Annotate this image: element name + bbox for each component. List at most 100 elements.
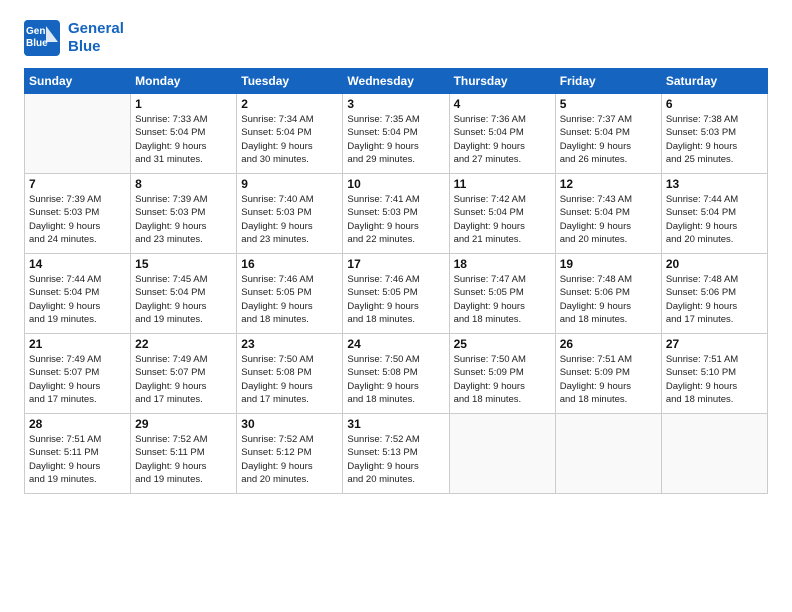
day-info: Sunrise: 7:39 AM Sunset: 5:03 PM Dayligh… (135, 193, 232, 246)
day-info: Sunrise: 7:37 AM Sunset: 5:04 PM Dayligh… (560, 113, 657, 166)
day-info: Sunrise: 7:41 AM Sunset: 5:03 PM Dayligh… (347, 193, 444, 246)
day-info: Sunrise: 7:47 AM Sunset: 5:05 PM Dayligh… (454, 273, 551, 326)
week-row-4: 21 Sunrise: 7:49 AM Sunset: 5:07 PM Dayli… (25, 334, 768, 414)
day-number: 20 (666, 257, 763, 271)
calendar-cell: 4 Sunrise: 7:36 AM Sunset: 5:04 PM Daylig… (449, 94, 555, 174)
day-info: Sunrise: 7:50 AM Sunset: 5:08 PM Dayligh… (347, 353, 444, 406)
day-header-friday: Friday (555, 69, 661, 94)
calendar-cell: 27 Sunrise: 7:51 AM Sunset: 5:10 PM Dayli… (661, 334, 767, 414)
day-info: Sunrise: 7:45 AM Sunset: 5:04 PM Dayligh… (135, 273, 232, 326)
calendar-cell (449, 414, 555, 494)
day-number: 18 (454, 257, 551, 271)
day-info: Sunrise: 7:36 AM Sunset: 5:04 PM Dayligh… (454, 113, 551, 166)
calendar-cell: 11 Sunrise: 7:42 AM Sunset: 5:04 PM Dayli… (449, 174, 555, 254)
calendar-cell: 29Sunrise: 7:52 AM Sunset: 5:11 PM Dayli… (131, 414, 237, 494)
day-info: Sunrise: 7:52 AM Sunset: 5:13 PM Dayligh… (347, 433, 444, 486)
calendar-cell: 12Sunrise: 7:43 AM Sunset: 5:04 PM Dayli… (555, 174, 661, 254)
day-number: 2 (241, 97, 338, 111)
day-number: 1 (135, 97, 232, 111)
day-info: Sunrise: 7:48 AM Sunset: 5:06 PM Dayligh… (666, 273, 763, 326)
page: Gen Blue General Blue SundayMondayTuesda… (0, 0, 792, 612)
day-info: Sunrise: 7:34 AM Sunset: 5:04 PM Dayligh… (241, 113, 338, 166)
calendar-cell: 1 Sunrise: 7:33 AM Sunset: 5:04 PM Daylig… (131, 94, 237, 174)
header-row: SundayMondayTuesdayWednesdayThursdayFrid… (25, 69, 768, 94)
day-header-tuesday: Tuesday (237, 69, 343, 94)
day-info: Sunrise: 7:48 AM Sunset: 5:06 PM Dayligh… (560, 273, 657, 326)
day-header-saturday: Saturday (661, 69, 767, 94)
calendar-cell: 19 Sunrise: 7:48 AM Sunset: 5:06 PM Dayli… (555, 254, 661, 334)
calendar-cell: 21Sunrise: 7:49 AM Sunset: 5:07 PM Dayli… (25, 334, 131, 414)
calendar-cell: 14 Sunrise: 7:44 AM Sunset: 5:04 PM Dayli… (25, 254, 131, 334)
day-number: 23 (241, 337, 338, 351)
calendar-cell: 24Sunrise: 7:50 AM Sunset: 5:08 PM Dayli… (343, 334, 449, 414)
day-info: Sunrise: 7:51 AM Sunset: 5:09 PM Dayligh… (560, 353, 657, 406)
calendar-cell: 9 Sunrise: 7:40 AM Sunset: 5:03 PM Daylig… (237, 174, 343, 254)
day-info: Sunrise: 7:39 AM Sunset: 5:03 PM Dayligh… (29, 193, 126, 246)
week-row-3: 14 Sunrise: 7:44 AM Sunset: 5:04 PM Dayli… (25, 254, 768, 334)
day-info: Sunrise: 7:49 AM Sunset: 5:07 PM Dayligh… (135, 353, 232, 406)
logo: Gen Blue General Blue (24, 20, 124, 56)
week-row-1: 1 Sunrise: 7:33 AM Sunset: 5:04 PM Daylig… (25, 94, 768, 174)
calendar-cell: 13Sunrise: 7:44 AM Sunset: 5:04 PM Dayli… (661, 174, 767, 254)
day-number: 9 (241, 177, 338, 191)
day-number: 28 (29, 417, 126, 431)
day-number: 6 (666, 97, 763, 111)
day-number: 30 (241, 417, 338, 431)
calendar-cell: 30 Sunrise: 7:52 AM Sunset: 5:12 PM Dayli… (237, 414, 343, 494)
day-number: 19 (560, 257, 657, 271)
day-header-sunday: Sunday (25, 69, 131, 94)
logo-icon: Gen Blue (24, 20, 60, 56)
day-number: 22 (135, 337, 232, 351)
day-info: Sunrise: 7:44 AM Sunset: 5:04 PM Dayligh… (29, 273, 126, 326)
day-info: Sunrise: 7:51 AM Sunset: 5:11 PM Dayligh… (29, 433, 126, 486)
day-info: Sunrise: 7:35 AM Sunset: 5:04 PM Dayligh… (347, 113, 444, 166)
day-number: 25 (454, 337, 551, 351)
day-info: Sunrise: 7:38 AM Sunset: 5:03 PM Dayligh… (666, 113, 763, 166)
day-info: Sunrise: 7:46 AM Sunset: 5:05 PM Dayligh… (241, 273, 338, 326)
day-number: 5 (560, 97, 657, 111)
day-number: 15 (135, 257, 232, 271)
day-number: 21 (29, 337, 126, 351)
day-number: 7 (29, 177, 126, 191)
calendar-cell: 8 Sunrise: 7:39 AM Sunset: 5:03 PM Daylig… (131, 174, 237, 254)
calendar-cell: 18 Sunrise: 7:47 AM Sunset: 5:05 PM Dayli… (449, 254, 555, 334)
calendar-cell: 28 Sunrise: 7:51 AM Sunset: 5:11 PM Dayli… (25, 414, 131, 494)
calendar-cell: 22 Sunrise: 7:49 AM Sunset: 5:07 PM Dayli… (131, 334, 237, 414)
day-number: 13 (666, 177, 763, 191)
calendar-cell: 17Sunrise: 7:46 AM Sunset: 5:05 PM Dayli… (343, 254, 449, 334)
week-row-2: 7 Sunrise: 7:39 AM Sunset: 5:03 PM Daylig… (25, 174, 768, 254)
calendar-cell: 23Sunrise: 7:50 AM Sunset: 5:08 PM Dayli… (237, 334, 343, 414)
day-number: 8 (135, 177, 232, 191)
day-info: Sunrise: 7:50 AM Sunset: 5:09 PM Dayligh… (454, 353, 551, 406)
day-info: Sunrise: 7:46 AM Sunset: 5:05 PM Dayligh… (347, 273, 444, 326)
calendar-cell: 15 Sunrise: 7:45 AM Sunset: 5:04 PM Dayli… (131, 254, 237, 334)
day-info: Sunrise: 7:43 AM Sunset: 5:04 PM Dayligh… (560, 193, 657, 246)
day-number: 4 (454, 97, 551, 111)
day-info: Sunrise: 7:51 AM Sunset: 5:10 PM Dayligh… (666, 353, 763, 406)
day-info: Sunrise: 7:52 AM Sunset: 5:12 PM Dayligh… (241, 433, 338, 486)
day-header-wednesday: Wednesday (343, 69, 449, 94)
calendar-cell: 16Sunrise: 7:46 AM Sunset: 5:05 PM Dayli… (237, 254, 343, 334)
day-number: 27 (666, 337, 763, 351)
calendar-cell: 5 Sunrise: 7:37 AM Sunset: 5:04 PM Daylig… (555, 94, 661, 174)
calendar-cell: 10Sunrise: 7:41 AM Sunset: 5:03 PM Dayli… (343, 174, 449, 254)
svg-text:Gen: Gen (26, 26, 45, 37)
calendar-cell (555, 414, 661, 494)
week-row-5: 28 Sunrise: 7:51 AM Sunset: 5:11 PM Dayli… (25, 414, 768, 494)
day-header-thursday: Thursday (449, 69, 555, 94)
calendar-cell (661, 414, 767, 494)
day-number: 11 (454, 177, 551, 191)
day-number: 3 (347, 97, 444, 111)
calendar-cell: 25 Sunrise: 7:50 AM Sunset: 5:09 PM Dayli… (449, 334, 555, 414)
day-number: 31 (347, 417, 444, 431)
day-header-monday: Monday (131, 69, 237, 94)
day-number: 26 (560, 337, 657, 351)
calendar-cell: 2 Sunrise: 7:34 AM Sunset: 5:04 PM Daylig… (237, 94, 343, 174)
day-info: Sunrise: 7:40 AM Sunset: 5:03 PM Dayligh… (241, 193, 338, 246)
day-info: Sunrise: 7:33 AM Sunset: 5:04 PM Dayligh… (135, 113, 232, 166)
calendar-cell: 7 Sunrise: 7:39 AM Sunset: 5:03 PM Daylig… (25, 174, 131, 254)
calendar-table: SundayMondayTuesdayWednesdayThursdayFrid… (24, 68, 768, 494)
day-info: Sunrise: 7:42 AM Sunset: 5:04 PM Dayligh… (454, 193, 551, 246)
day-number: 14 (29, 257, 126, 271)
day-info: Sunrise: 7:52 AM Sunset: 5:11 PM Dayligh… (135, 433, 232, 486)
